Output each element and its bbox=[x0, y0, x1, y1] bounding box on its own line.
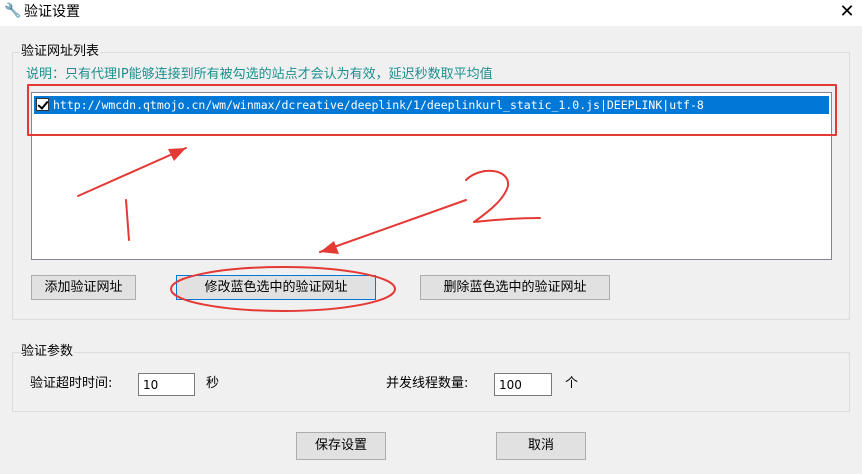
param-group-label: 验证参数 bbox=[20, 344, 75, 360]
timeout-label: 验证超时时间: bbox=[30, 376, 113, 391]
cancel-button[interactable]: 取消 bbox=[496, 432, 586, 460]
list-item-text: http://wmcdn.qtmojo.cn/wm/winmax/dcreati… bbox=[53, 98, 704, 112]
list-item-checkbox[interactable] bbox=[36, 98, 49, 111]
threads-label: 并发线程数量: bbox=[386, 376, 469, 391]
window-title: 验证设置 bbox=[24, 4, 80, 20]
close-button[interactable]: ✕ bbox=[832, 0, 862, 24]
timeout-input[interactable] bbox=[138, 373, 195, 396]
url-list-note: 说明：只有代理IP能够连接到所有被勾选的站点才会认为有效，延迟秒数取平均值 bbox=[26, 67, 493, 82]
timeout-unit: 秒 bbox=[206, 376, 220, 391]
threads-input[interactable] bbox=[494, 373, 552, 396]
title-bar: 🔧 验证设置 ✕ bbox=[0, 0, 862, 26]
threads-unit: 个 bbox=[565, 376, 579, 391]
save-button[interactable]: 保存设置 bbox=[296, 432, 386, 460]
delete-url-button[interactable]: 删除蓝色选中的验证网址 bbox=[420, 275, 610, 300]
edit-url-button[interactable]: 修改蓝色选中的验证网址 bbox=[176, 275, 376, 300]
add-url-button[interactable]: 添加验证网址 bbox=[31, 275, 136, 300]
list-item[interactable]: http://wmcdn.qtmojo.cn/wm/winmax/dcreati… bbox=[34, 96, 829, 114]
url-list-group-label: 验证网址列表 bbox=[20, 44, 101, 60]
url-listbox[interactable]: http://wmcdn.qtmojo.cn/wm/winmax/dcreati… bbox=[31, 92, 832, 260]
config-app-icon: 🔧 bbox=[4, 3, 22, 19]
